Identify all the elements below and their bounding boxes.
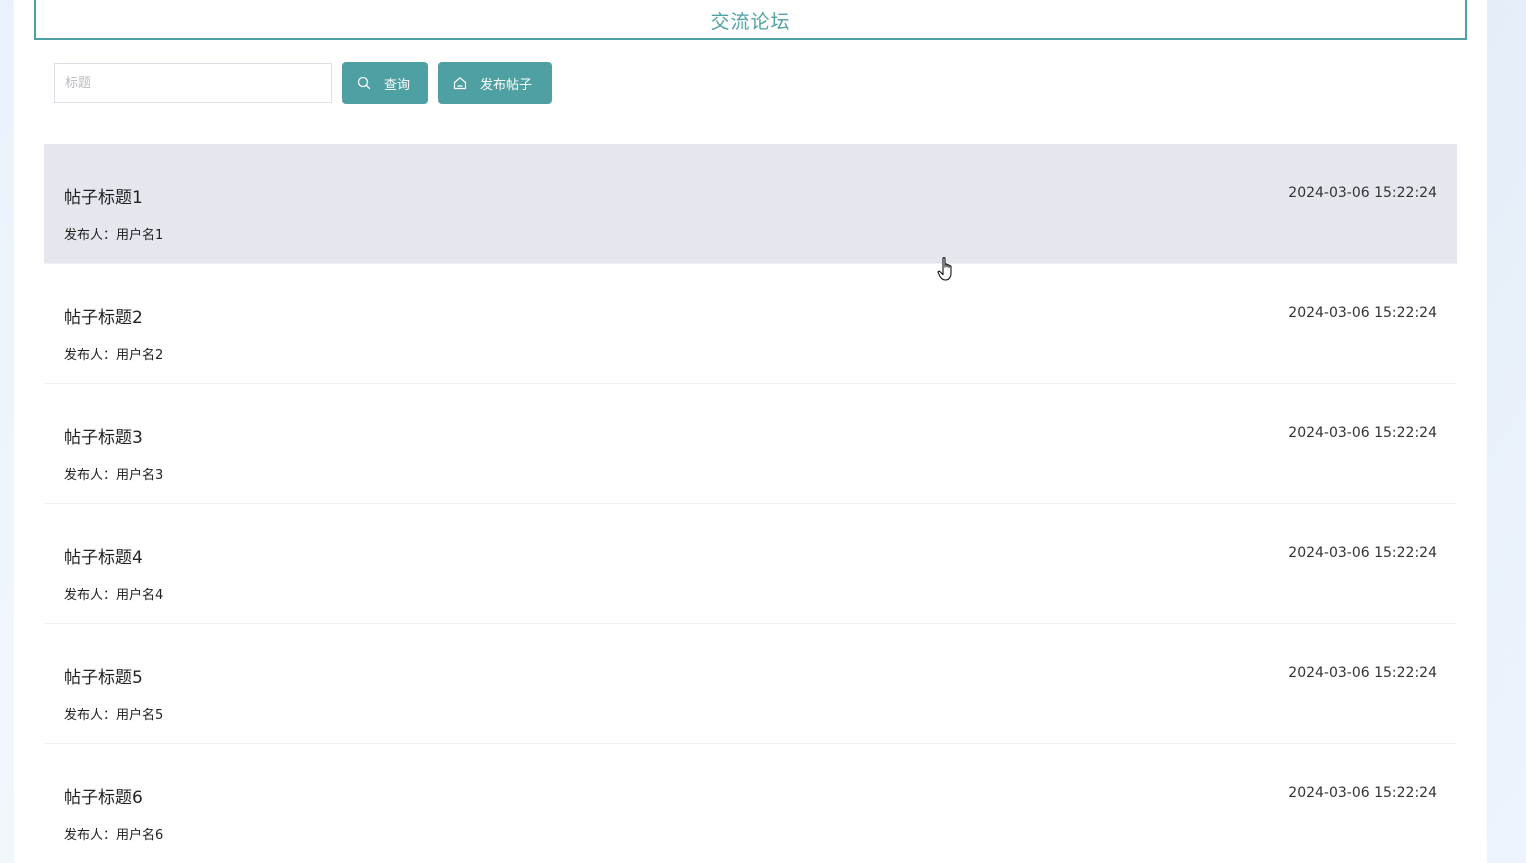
post-author: 用户名5	[116, 708, 164, 723]
search-button-label: 查询	[384, 77, 411, 93]
post-item[interactable]: 帖子标题5 发布人： 用户名5 2024-03-06 15:22:24	[44, 624, 1457, 744]
post-author-label: 发布人：	[64, 828, 117, 843]
post-list: 帖子标题1 发布人： 用户名1 2024-03-06 15:22:24 帖子标题2…	[44, 144, 1457, 863]
search-button[interactable]: 查询	[342, 62, 428, 104]
post-author: 用户名1	[116, 228, 164, 243]
post-item[interactable]: 帖子标题6 发布人： 用户名6 2024-03-06 15:22:24	[44, 744, 1457, 863]
post-author: 用户名3	[116, 468, 164, 483]
post-title: 帖子标题2	[64, 308, 143, 328]
hand-cursor-icon	[937, 256, 957, 282]
post-author-label: 发布人：	[64, 348, 117, 363]
post-item[interactable]: 帖子标题3 发布人： 用户名3 2024-03-06 15:22:24	[44, 384, 1457, 504]
post-author: 用户名4	[116, 588, 164, 603]
publish-post-button[interactable]: 发布帖子	[438, 62, 552, 104]
post-item[interactable]: 帖子标题4 发布人： 用户名4 2024-03-06 15:22:24	[44, 504, 1457, 624]
post-author-label: 发布人：	[64, 588, 117, 603]
post-author-label: 发布人：	[64, 228, 117, 243]
search-icon	[357, 76, 371, 90]
post-time: 2024-03-06 15:22:24	[1288, 785, 1437, 801]
post-title: 帖子标题3	[64, 428, 143, 448]
search-toolbar: 查询 发布帖子	[54, 62, 552, 104]
post-author: 用户名2	[116, 348, 164, 363]
post-author-label: 发布人：	[64, 708, 117, 723]
post-time: 2024-03-06 15:22:24	[1288, 545, 1437, 561]
page-title: 交流论坛	[710, 10, 791, 33]
publish-post-button-label: 发布帖子	[480, 77, 533, 93]
post-author-label: 发布人：	[64, 468, 117, 483]
post-time: 2024-03-06 15:22:24	[1288, 665, 1437, 681]
post-title: 帖子标题1	[64, 188, 143, 208]
post-author-row: 发布人： 用户名4	[64, 584, 163, 603]
post-time: 2024-03-06 15:22:24	[1288, 185, 1437, 201]
title-search-input[interactable]	[54, 63, 332, 103]
post-time: 2024-03-06 15:22:24	[1288, 305, 1437, 321]
post-item[interactable]: 帖子标题2 发布人： 用户名2 2024-03-06 15:22:24	[44, 264, 1457, 384]
home-icon	[453, 76, 467, 90]
post-author-row: 发布人： 用户名2	[64, 344, 163, 363]
forum-page: 交流论坛 查询 发布帖子 帖子标题1 发布人：用户名1 2024-03-06 1…	[14, 0, 1487, 863]
post-author-row: 发布人： 用户名6	[64, 824, 163, 843]
post-title: 帖子标题4	[64, 548, 143, 568]
post-title: 帖子标题6	[64, 788, 143, 808]
post-title: 帖子标题5	[64, 668, 143, 688]
post-author-row: 发布人： 用户名1	[64, 224, 163, 243]
post-time: 2024-03-06 15:22:24	[1288, 425, 1437, 441]
post-author-row: 发布人： 用户名5	[64, 704, 163, 723]
page-title-box: 交流论坛	[34, 0, 1467, 40]
post-item[interactable]: 帖子标题1 发布人： 用户名1 2024-03-06 15:22:24	[44, 144, 1457, 264]
post-author: 用户名6	[116, 828, 164, 843]
post-author-row: 发布人： 用户名3	[64, 464, 163, 483]
